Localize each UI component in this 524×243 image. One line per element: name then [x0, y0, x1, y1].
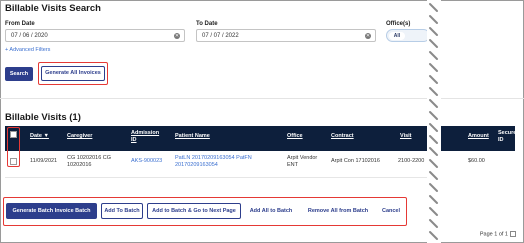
cell-visit: 2100-2200: [398, 158, 425, 164]
column-header-contract[interactable]: Contract: [331, 133, 354, 140]
column-header-date[interactable]: Date ▼: [30, 133, 49, 140]
office-selected-value: All: [389, 32, 405, 40]
section-title: Billable Visits (1): [5, 112, 81, 123]
page-title: Billable Visits Search: [5, 3, 101, 14]
cell-amount: $60.00: [468, 158, 485, 164]
add-to-batch-next-page-button[interactable]: Add to Batch & Go to Next Page: [147, 203, 241, 219]
cell-office: Arpit Vendor ENT: [287, 155, 318, 168]
cell-caregiver: CG 10202016 CG 10202016: [67, 155, 112, 168]
add-all-to-batch-button[interactable]: Add All to Batch: [245, 208, 297, 214]
office-label: Office(s): [386, 21, 411, 27]
cell-date: 11/09/2021: [30, 158, 58, 164]
clear-icon[interactable]: ✕: [365, 33, 371, 39]
column-header-secure-id: Secure ID: [498, 130, 517, 143]
column-header-caregiver[interactable]: Caregiver: [67, 133, 92, 140]
cancel-button[interactable]: Cancel: [378, 208, 404, 214]
generate-batch-invoice-button[interactable]: Generate Batch Invoice Batch: [6, 203, 97, 219]
to-date-field[interactable]: 07 / 07 / 2022 ✕: [196, 29, 376, 42]
clear-icon[interactable]: ✕: [174, 33, 180, 39]
from-date-label: From Date: [5, 21, 35, 27]
add-to-batch-button[interactable]: Add To Batch: [101, 203, 143, 219]
torn-edge-divider: [427, 0, 441, 243]
cell-contract: Arpit Con 17102016: [331, 158, 380, 164]
page-indicator: Page 1 of 1: [479, 231, 508, 238]
page-nav-icon[interactable]: [510, 231, 516, 237]
pagination: Page 1 of 1: [480, 231, 516, 237]
generate-all-invoices-button[interactable]: Generate All Invoices: [41, 66, 105, 81]
to-date-label: To Date: [196, 21, 218, 27]
column-header-office[interactable]: Office: [287, 133, 303, 140]
remove-all-from-batch-button[interactable]: Remove All from Batch: [301, 208, 375, 214]
advanced-filters-link[interactable]: + Advanced Filters: [5, 47, 50, 53]
from-date-field[interactable]: 07 / 06 / 2020 ✕: [5, 29, 185, 42]
row-checkbox[interactable]: [10, 158, 17, 165]
cell-patient-name-link[interactable]: PatLN 20170209163054 PatFN 2017020916305…: [175, 155, 252, 169]
column-header-patient-name[interactable]: Patient Name: [175, 133, 210, 140]
column-header-amount[interactable]: Amount: [468, 133, 489, 140]
column-header-admission-id[interactable]: Admission ID: [131, 130, 159, 144]
row-divider: [5, 177, 430, 178]
from-date-value: 07 / 06 / 2020: [11, 33, 48, 39]
sort-arrow-icon: ▼: [43, 133, 49, 139]
cell-admission-id-link[interactable]: AKS-900023: [131, 158, 162, 165]
office-select[interactable]: All: [386, 29, 430, 42]
search-button[interactable]: Search: [5, 67, 33, 81]
column-header-visit[interactable]: Visit: [400, 133, 412, 140]
to-date-value: 07 / 07 / 2022: [202, 33, 239, 39]
section-divider: [0, 98, 524, 99]
